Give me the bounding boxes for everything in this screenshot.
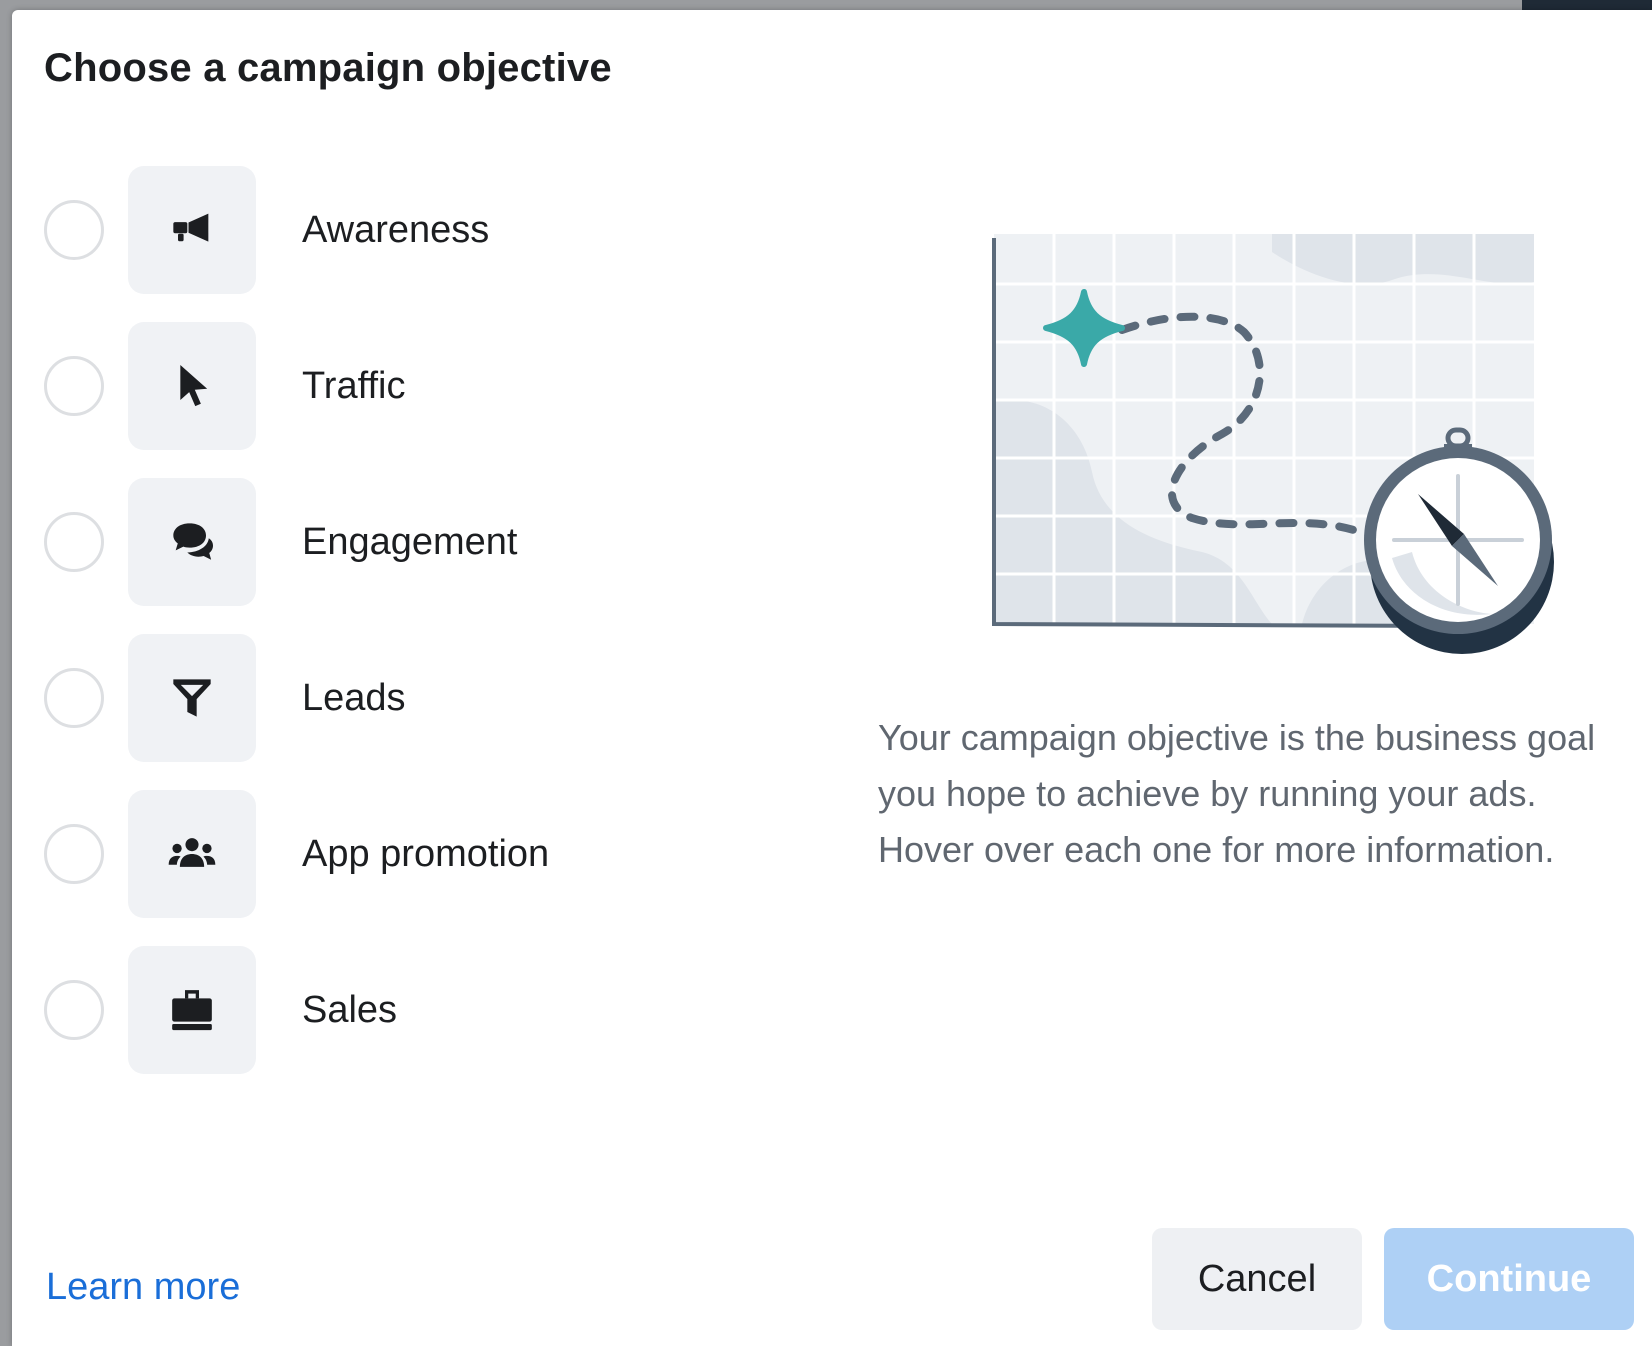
radio-button[interactable] bbox=[44, 356, 104, 416]
radio-button[interactable] bbox=[44, 512, 104, 572]
option-label: Leads bbox=[302, 676, 406, 719]
learn-more-link[interactable]: Learn more bbox=[46, 1266, 240, 1309]
radio-button[interactable] bbox=[44, 824, 104, 884]
radio-button[interactable] bbox=[44, 200, 104, 260]
megaphone-icon bbox=[173, 213, 209, 242]
icon-tile bbox=[128, 166, 256, 294]
cancel-button[interactable]: Cancel bbox=[1152, 1228, 1362, 1330]
map-compass-illustration bbox=[992, 234, 1554, 654]
icon-tile bbox=[128, 322, 256, 450]
briefcase-icon bbox=[172, 990, 212, 1031]
icon-tile bbox=[128, 946, 256, 1074]
funnel-icon bbox=[173, 679, 211, 717]
objective-option-leads[interactable]: Leads bbox=[44, 620, 744, 776]
objective-option-awareness[interactable]: Awareness bbox=[44, 152, 744, 308]
objective-description: Your campaign objective is the business … bbox=[878, 717, 1596, 870]
icon-tile bbox=[128, 790, 256, 918]
people-group-icon bbox=[168, 838, 216, 867]
option-label: Traffic bbox=[302, 364, 406, 407]
icon-tile bbox=[128, 634, 256, 762]
background-window-edge bbox=[1522, 0, 1652, 10]
option-label: Awareness bbox=[302, 208, 490, 251]
objective-options-list: Awareness Traffic Engagement Leads App p… bbox=[44, 152, 744, 1088]
cursor-icon bbox=[180, 365, 208, 407]
objective-option-engagement[interactable]: Engagement bbox=[44, 464, 744, 620]
objective-option-traffic[interactable]: Traffic bbox=[44, 308, 744, 464]
chat-bubbles-icon bbox=[173, 523, 213, 560]
option-label: App promotion bbox=[302, 832, 550, 875]
radio-button[interactable] bbox=[44, 980, 104, 1040]
continue-button[interactable]: Continue bbox=[1384, 1228, 1634, 1330]
dialog-title: Choose a campaign objective bbox=[44, 46, 612, 90]
radio-button[interactable] bbox=[44, 668, 104, 728]
option-label: Sales bbox=[302, 988, 398, 1031]
campaign-objective-dialog: Choose a campaign objective Awareness Tr… bbox=[12, 10, 1652, 1346]
option-label: Engagement bbox=[302, 520, 518, 563]
objective-option-sales[interactable]: Sales bbox=[44, 932, 744, 1088]
objective-option-app-promotion[interactable]: App promotion bbox=[44, 776, 744, 932]
icon-tile bbox=[128, 478, 256, 606]
